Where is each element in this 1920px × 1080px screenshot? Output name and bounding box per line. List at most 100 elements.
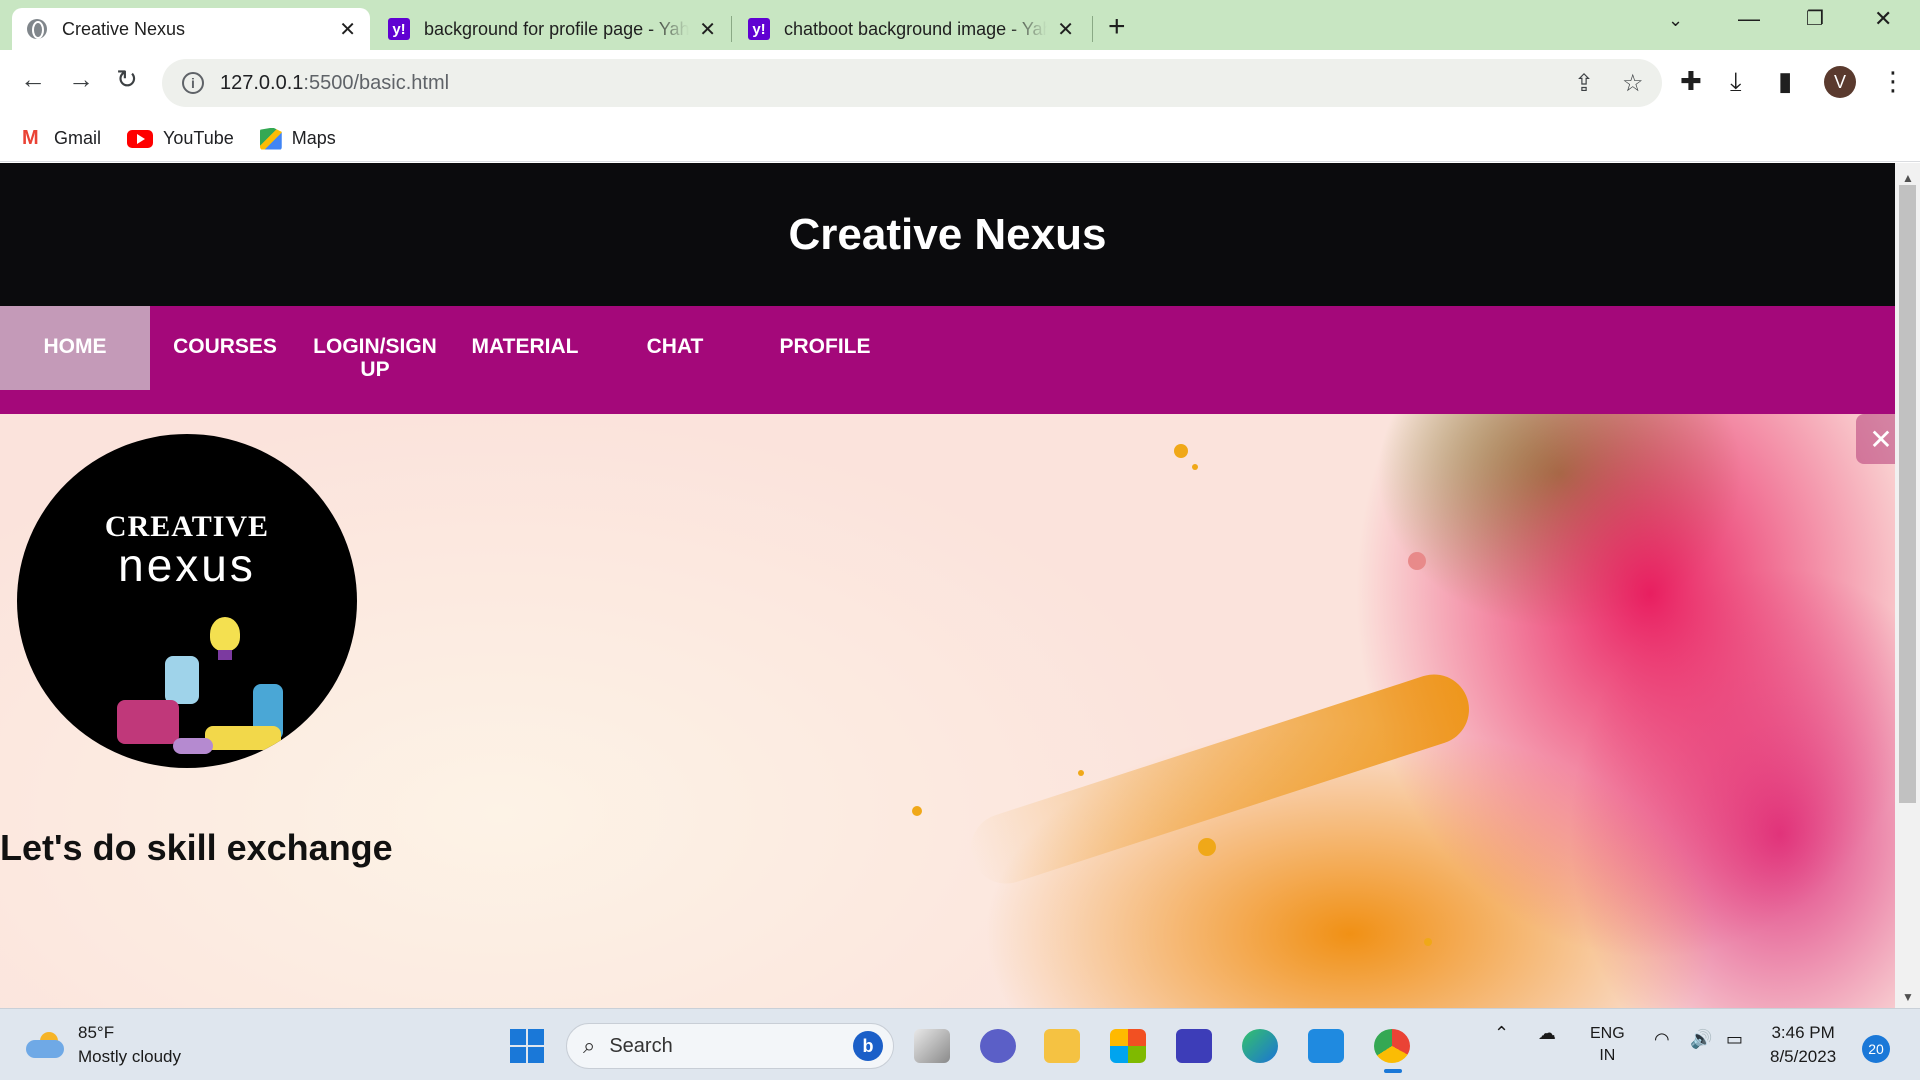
taskbar-search[interactable]: ⌕ Search b bbox=[566, 1023, 894, 1069]
restore-icon[interactable]: ❐ bbox=[1806, 6, 1824, 31]
scroll-down-icon[interactable]: ▼ bbox=[1902, 990, 1914, 1004]
teams-chat-icon[interactable] bbox=[980, 1029, 1016, 1063]
show-hidden-icons[interactable]: ⌃ bbox=[1494, 1023, 1509, 1044]
chrome-icon[interactable] bbox=[1374, 1029, 1410, 1073]
forward-arrow-icon[interactable]: → bbox=[68, 64, 94, 95]
hero-section: ✕ CREATIVE nexus Let's do skill exchange bbox=[0, 414, 1895, 1008]
tab-title: chatboot background image - Yahoo bbox=[784, 18, 1048, 39]
site-logo: CREATIVE nexus bbox=[17, 434, 357, 768]
paint-drop bbox=[912, 806, 922, 816]
nav-material[interactable]: MATERIAL bbox=[450, 306, 600, 390]
bookmark-maps[interactable]: Maps bbox=[259, 127, 336, 150]
bookmark-star-icon[interactable]: ☆ bbox=[1622, 69, 1644, 98]
more-menu-icon[interactable]: ⋮ bbox=[1880, 66, 1906, 97]
language-line2: IN bbox=[1599, 1047, 1616, 1064]
search-icon: ⌕ bbox=[583, 1033, 596, 1058]
close-tab-icon[interactable]: ✕ bbox=[699, 17, 716, 42]
minimize-icon[interactable]: — bbox=[1738, 6, 1760, 32]
nav-profile[interactable]: PROFILE bbox=[750, 306, 900, 390]
tab-strip: Creative Nexus ✕ y! background for profi… bbox=[0, 0, 1920, 50]
weather-widget[interactable]: 85°F Mostly cloudy bbox=[26, 1021, 181, 1069]
volume-icon[interactable]: 🔊 bbox=[1690, 1029, 1712, 1050]
person-figure bbox=[173, 738, 213, 754]
page-viewport: Creative Nexus HOME COURSES LOGIN/SIGN U… bbox=[0, 163, 1895, 1008]
nav-home[interactable]: HOME bbox=[0, 306, 150, 390]
bookmark-label: Gmail bbox=[54, 128, 102, 148]
app-icon[interactable] bbox=[1176, 1029, 1212, 1063]
page-scrollbar[interactable]: ▲ ▼ bbox=[1895, 163, 1920, 1008]
new-tab-button[interactable]: + bbox=[1108, 10, 1126, 44]
back-arrow-icon[interactable]: ← bbox=[20, 64, 46, 95]
windows-start-icon[interactable] bbox=[510, 1029, 544, 1063]
vscode-icon[interactable] bbox=[1308, 1029, 1344, 1063]
weather-cloud-icon bbox=[26, 1032, 64, 1058]
weather-text: 85°F Mostly cloudy bbox=[78, 1021, 181, 1069]
reload-icon[interactable]: ↻ bbox=[116, 64, 138, 95]
profile-avatar[interactable]: V bbox=[1824, 66, 1856, 98]
language-line1: ENG bbox=[1590, 1025, 1625, 1042]
bookmark-label: YouTube bbox=[163, 128, 234, 148]
wifi-icon[interactable]: ◠ bbox=[1654, 1029, 1670, 1050]
close-window-icon[interactable]: ✕ bbox=[1874, 6, 1892, 32]
scroll-up-icon[interactable]: ▲ bbox=[1902, 171, 1914, 185]
paint-splash-decoration bbox=[961, 665, 1479, 893]
close-tab-icon[interactable]: ✕ bbox=[339, 17, 356, 42]
tab-chatbot-background[interactable]: y! chatboot background image - Yahoo ✕ bbox=[734, 8, 1088, 50]
onedrive-cloud-icon[interactable]: ☁ bbox=[1538, 1023, 1556, 1044]
scrollbar-thumb[interactable] bbox=[1899, 185, 1916, 803]
file-explorer-icon[interactable] bbox=[1044, 1029, 1080, 1063]
bookmarks-bar: Gmail YouTube Maps bbox=[0, 116, 1920, 162]
clock-date: 8/5/2023 bbox=[1770, 1047, 1837, 1066]
tab-title: Creative Nexus bbox=[62, 18, 186, 39]
yahoo-icon: y! bbox=[388, 18, 410, 40]
image-close-icon[interactable]: ✕ bbox=[1856, 414, 1895, 464]
tab-separator bbox=[1092, 16, 1093, 42]
bing-icon[interactable]: b bbox=[853, 1031, 883, 1061]
notification-badge[interactable]: 20 bbox=[1862, 1035, 1890, 1063]
nav-chat[interactable]: CHAT bbox=[600, 306, 750, 390]
maps-icon bbox=[259, 127, 282, 150]
share-icon[interactable]: ⇪ bbox=[1574, 69, 1594, 98]
url-host: 127.0.0.1 bbox=[220, 71, 304, 94]
tab-profile-background[interactable]: y! background for profile page - Yahoo ✕ bbox=[374, 8, 730, 50]
search-label: Search bbox=[609, 1034, 673, 1057]
task-view-icon[interactable] bbox=[914, 1029, 950, 1063]
paint-drop bbox=[1198, 838, 1216, 856]
logo-text-line2: nexus bbox=[118, 539, 256, 591]
gmail-icon bbox=[22, 127, 44, 150]
site-info-icon[interactable]: i bbox=[182, 72, 204, 94]
nav-courses[interactable]: COURSES bbox=[150, 306, 300, 390]
paint-drop bbox=[1192, 464, 1198, 470]
person-figure bbox=[165, 656, 199, 704]
bookmark-youtube[interactable]: YouTube bbox=[127, 128, 234, 149]
edge-browser-icon[interactable] bbox=[1242, 1029, 1278, 1063]
person-figure bbox=[117, 700, 179, 744]
extensions-puzzle-icon[interactable]: ✚ bbox=[1680, 66, 1702, 97]
bookmark-gmail[interactable]: Gmail bbox=[22, 127, 102, 150]
download-icon[interactable]: ⤓ bbox=[1730, 66, 1742, 98]
address-bar[interactable]: i 127.0.0.1:5500/basic.html ⇪ ☆ bbox=[162, 59, 1662, 107]
globe-icon bbox=[26, 18, 48, 40]
microsoft-store-icon[interactable] bbox=[1110, 1029, 1146, 1063]
tab-search-icon[interactable]: ⌄ bbox=[1668, 10, 1683, 31]
main-nav: HOME COURSES LOGIN/SIGN UP MATERIAL CHAT… bbox=[0, 306, 1895, 414]
site-header: Creative Nexus bbox=[0, 163, 1895, 306]
tab-creative-nexus[interactable]: Creative Nexus ✕ bbox=[12, 8, 370, 50]
lightbulb-icon bbox=[210, 617, 240, 651]
youtube-icon bbox=[127, 129, 154, 148]
yahoo-icon: y! bbox=[748, 18, 770, 40]
close-tab-icon[interactable]: ✕ bbox=[1057, 17, 1074, 42]
system-clock[interactable]: 3:46 PM 8/5/2023 bbox=[1770, 1021, 1836, 1069]
weather-condition: Mostly cloudy bbox=[78, 1047, 181, 1066]
bookmark-label: Maps bbox=[291, 128, 336, 148]
side-panel-icon[interactable]: ▮ bbox=[1778, 66, 1792, 97]
language-indicator[interactable]: ENG IN bbox=[1590, 1023, 1625, 1067]
paint-drop bbox=[1424, 938, 1432, 946]
clock-time: 3:46 PM bbox=[1771, 1023, 1835, 1042]
paint-drop bbox=[1078, 770, 1084, 776]
battery-icon[interactable]: ▭ bbox=[1726, 1029, 1743, 1050]
nav-login-signup[interactable]: LOGIN/SIGN UP bbox=[300, 306, 450, 390]
weather-temp: 85°F bbox=[78, 1023, 115, 1042]
url-path: :5500/basic.html bbox=[303, 71, 450, 94]
paint-drop bbox=[1174, 444, 1188, 458]
